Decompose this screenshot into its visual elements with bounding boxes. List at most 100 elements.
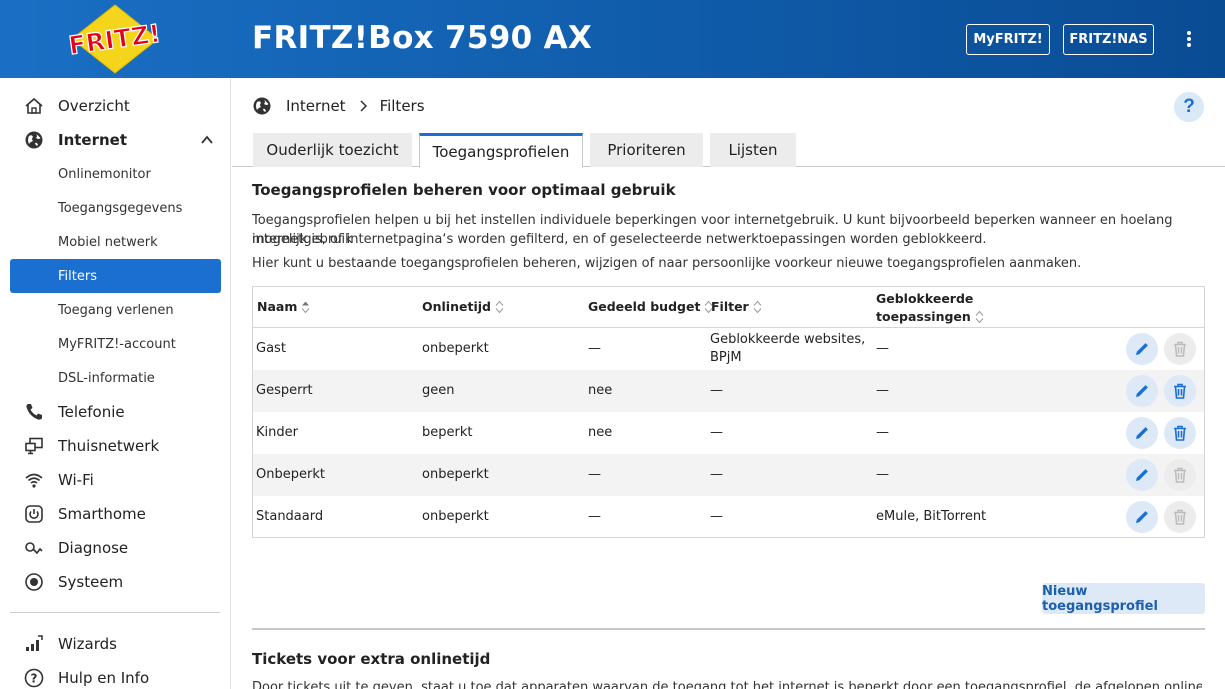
column-header-label: Gedeeld budget (588, 299, 701, 314)
delete-button[interactable] (1164, 333, 1196, 365)
column-header-naam[interactable]: Naam (257, 299, 310, 314)
edit-button[interactable] (1126, 459, 1158, 491)
sidebar-subitem-toegangsgegevens[interactable]: Toegangsgegevens (10, 191, 221, 225)
column-header-label: toepassingen (876, 309, 971, 324)
cell-onlinetijd: onbeperkt (422, 341, 489, 356)
edit-button[interactable] (1126, 375, 1158, 407)
home-icon (25, 97, 43, 114)
chevron-up-icon[interactable] (200, 133, 214, 147)
top-header: FRITZ! FRITZ!Box 7590 AX MyFRITZ! FRITZ!… (0, 0, 1225, 78)
power-icon (25, 505, 43, 523)
cell-budget: — (588, 341, 601, 356)
network-icon (25, 437, 43, 455)
globe-icon (25, 131, 43, 149)
cell-filter: Geblokkeerde websites, BPjM (710, 331, 865, 367)
new-profile-button[interactable]: Nieuw toegangsprofiel (1042, 583, 1205, 614)
table-row: Kinder beperkt nee — — (253, 412, 1204, 454)
sidebar-item-overzicht[interactable]: Overzicht (0, 89, 231, 123)
sidebar-subitem-mobiel-netwerk[interactable]: Mobiel netwerk (10, 225, 221, 259)
intro-paragraph-2: Hier kunt u bestaande toegangsprofielen … (252, 256, 1082, 271)
sidebar-item-diagnose[interactable]: Diagnose (0, 531, 231, 565)
sidebar-item-wizards[interactable]: Wizards (0, 627, 231, 661)
sidebar-item-label: Hulp en Info (58, 669, 150, 687)
breadcrumb-current: Filters (379, 97, 425, 115)
section-title: Toegangsprofielen beheren voor optimaal … (252, 181, 676, 199)
sidebar-subitem-label: Toegangsgegevens (58, 200, 183, 216)
sidebar-item-smarthome[interactable]: Smarthome (0, 497, 231, 531)
breadcrumb-parent[interactable]: Internet (286, 97, 346, 115)
cell-name: Kinder (256, 425, 298, 440)
sidebar-item-internet[interactable]: Internet (0, 123, 231, 157)
trash-icon (1174, 341, 1186, 357)
sidebar-subitem-onlinemonitor[interactable]: Onlinemonitor (10, 157, 221, 191)
tickets-title: Tickets voor extra onlinetijd (252, 650, 491, 668)
cell-onlinetijd: onbeperkt (422, 467, 489, 482)
globe-icon (253, 97, 271, 115)
sidebar-item-label: Telefonie (58, 403, 125, 421)
sidebar-subitem-label: MyFRITZ!-account (58, 336, 176, 352)
sidebar-subitem-myfritz-account[interactable]: MyFRITZ!-account (10, 327, 221, 361)
cell-filter: — (710, 383, 723, 398)
delete-button[interactable] (1164, 375, 1196, 407)
cell-name: Onbeperkt (256, 467, 325, 482)
cell-filter-line: BPjM (710, 350, 742, 365)
tab-toegangsprofielen[interactable]: Toegangsprofielen (419, 133, 583, 168)
cell-onlinetijd: beperkt (422, 425, 473, 440)
delete-button[interactable] (1164, 501, 1196, 533)
column-header-filter[interactable]: Filter (711, 299, 762, 314)
edit-button[interactable] (1126, 501, 1158, 533)
sort-icon (753, 300, 762, 313)
sidebar-subitem-label: Toegang verlenen (58, 302, 174, 318)
cell-filter: — (710, 467, 723, 482)
fritznas-button[interactable]: FRITZ!NAS (1063, 24, 1154, 55)
cell-onlinetijd: geen (422, 383, 455, 398)
sidebar-item-thuisnetwerk[interactable]: Thuisnetwerk (0, 429, 231, 463)
diagnose-icon (25, 542, 43, 555)
sidebar-subitem-toegang-verlenen[interactable]: Toegang verlenen (10, 293, 221, 327)
wizard-icon (26, 635, 43, 651)
column-header-gedeeld-budget[interactable]: Gedeeld budget (588, 299, 713, 314)
pencil-icon (1136, 385, 1148, 397)
sidebar-item-label: Internet (58, 131, 128, 149)
help-button[interactable]: ? (1174, 92, 1204, 122)
section-divider (252, 628, 1205, 630)
cell-apps: — (876, 467, 889, 482)
fritz-logo[interactable]: FRITZ! (68, 4, 162, 74)
edit-button[interactable] (1126, 333, 1158, 365)
sidebar-item-label: Wizards (58, 635, 117, 653)
sidebar-item-systeem[interactable]: Systeem (0, 565, 231, 599)
sidebar-item-hulp-en-info[interactable]: ? Hulp en Info (0, 661, 231, 689)
cell-name: Gast (256, 341, 286, 356)
edit-button[interactable] (1126, 417, 1158, 449)
cell-apps: — (876, 383, 889, 398)
cell-budget: nee (588, 383, 613, 398)
cell-apps: — (876, 341, 889, 356)
column-header-onlinetijd[interactable]: Onlinetijd (422, 299, 504, 314)
myfritz-button[interactable]: MyFRITZ! (966, 24, 1050, 55)
column-header-geblokkeerde-toepassingen[interactable]: Geblokkeerde toepassingen (876, 290, 984, 326)
sort-icon (495, 300, 504, 313)
sidebar-subitem-dsl-informatie[interactable]: DSL-informatie (10, 361, 221, 395)
delete-button[interactable] (1164, 417, 1196, 449)
cell-name: Standaard (256, 509, 324, 524)
tab-lijsten[interactable]: Lijsten (710, 133, 796, 167)
table-header: Naam Onlinetijd Gedeeld budget Filter Ge… (253, 287, 1204, 328)
cell-onlinetijd: onbeperkt (422, 509, 489, 524)
system-icon (25, 573, 43, 591)
tab-prioriteren[interactable]: Prioriteren (590, 133, 703, 167)
sidebar-item-wifi[interactable]: Wi-Fi (0, 463, 231, 497)
more-menu-icon[interactable] (1178, 28, 1200, 50)
sidebar-subitem-label: Filters (58, 268, 97, 284)
pencil-icon (1136, 343, 1148, 355)
column-header-label: Naam (257, 299, 298, 314)
sort-icon (975, 310, 984, 324)
product-title: FRITZ!Box 7590 AX (252, 20, 593, 56)
sidebar-subitem-filters[interactable]: Filters (10, 259, 221, 293)
tab-ouderlijk-toezicht[interactable]: Ouderlijk toezicht (253, 133, 412, 167)
delete-button[interactable] (1164, 459, 1196, 491)
sidebar-subitem-label: Onlinemonitor (58, 166, 151, 182)
table-row: Onbeperkt onbeperkt — — — (253, 454, 1204, 496)
cell-name: Gesperrt (256, 383, 313, 398)
sidebar-item-telefonie[interactable]: Telefonie (0, 395, 231, 429)
sidebar-item-label: Thuisnetwerk (58, 437, 160, 455)
